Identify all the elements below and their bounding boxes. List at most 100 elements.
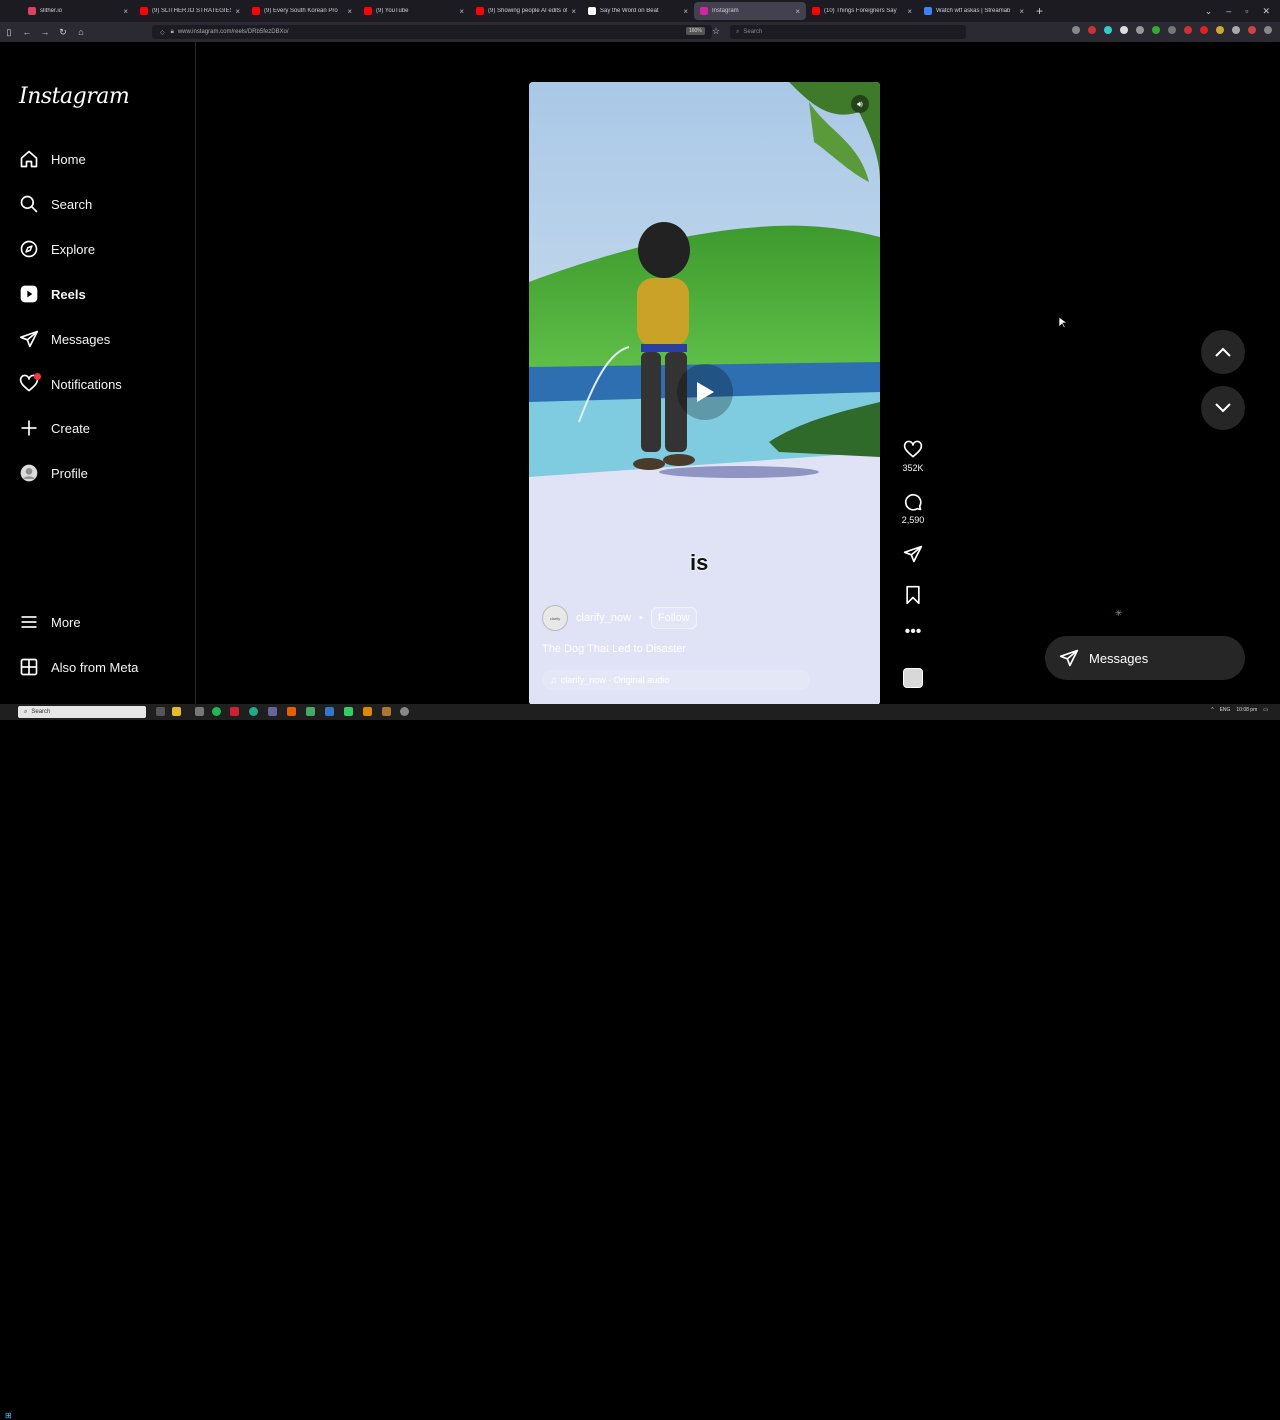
sidebar-item-label: Search [51,196,93,212]
browser-tab[interactable]: Watch wtf askas | Streamab × [918,0,1030,22]
extension-icon[interactable] [1136,26,1144,34]
sidebar-item-more[interactable]: More [18,607,81,637]
close-tab-icon[interactable]: × [459,7,464,16]
instagram-logo[interactable]: Instagram [19,84,130,109]
extension-icon[interactable] [1088,26,1096,34]
close-tab-icon[interactable]: × [907,7,912,16]
tab-title: Watch wtf askas | Streamab [936,8,1011,14]
follow-button[interactable]: Follow [650,607,697,629]
extension-icon[interactable] [1184,26,1192,34]
tab-list-chevron-icon[interactable]: ⌄ [1205,6,1213,17]
save-action[interactable] [898,585,928,605]
audio-thumbnail[interactable] [903,668,923,688]
extension-icon[interactable] [1152,26,1160,34]
instagram-app: Instagram Home Search Explore Reels Mess… [0,42,1280,705]
extension-icon[interactable] [1200,26,1208,34]
browser-tab[interactable]: slither.io × [22,0,134,22]
browser-tab[interactable]: (10) Things Foreigners Say × [806,0,918,22]
system-tray: ^ ENG 10:08 pm ▭ [1211,707,1268,713]
task-view-icon[interactable] [156,707,165,716]
file-explorer-icon[interactable] [172,707,181,716]
windows-start-icon[interactable]: ⊞ [5,1411,12,1420]
firefox-icon[interactable] [287,707,296,716]
sidebar-item-also-from-meta[interactable]: Also from Meta [18,652,138,682]
taskbar-app-icon[interactable] [306,707,315,716]
close-tab-icon[interactable]: × [795,7,800,16]
back-button[interactable]: ← [18,27,36,37]
shield-icon: ◇ [160,29,165,36]
forward-button[interactable]: → [36,27,54,37]
sidebar-item-messages[interactable]: Messages [18,324,110,354]
browser-tab[interactable]: (9) Showing people AI edits of × [470,0,582,22]
extension-icon[interactable] [1120,26,1128,34]
taskbar-app-icon[interactable] [382,707,391,716]
extension-icon[interactable] [1232,26,1240,34]
settings-icon[interactable] [400,707,409,716]
taskbar-app-icon[interactable] [363,707,372,716]
bookmark-star-icon[interactable]: ☆ [712,26,720,37]
menu-icon[interactable] [1264,26,1272,34]
taskbar-app-icon[interactable] [268,707,277,716]
like-action[interactable]: 352K [898,440,928,473]
minimize-button[interactable]: – [1226,6,1231,16]
chevron-up-icon [1215,347,1231,357]
spotify-icon[interactable] [212,707,221,716]
home-button[interactable]: ⌂ [72,27,90,37]
extension-icon[interactable] [1072,26,1080,34]
close-tab-icon[interactable]: × [235,7,240,16]
sidebar-item-home[interactable]: Home [18,144,86,174]
play-button[interactable] [677,364,733,420]
audio-chip[interactable]: ♫ clarify_now · Original audio [542,670,810,690]
sidebar-toggle-icon[interactable]: ▯ [0,27,18,38]
taskbar-app-icon[interactable] [344,707,353,716]
sidebar-item-explore[interactable]: Explore [18,234,95,264]
zoom-level[interactable]: 160% [686,27,705,35]
reel-caption[interactable]: The Dog That Led to Disaster [542,643,686,655]
close-window-button[interactable]: ✕ [1262,6,1270,17]
more-options-button[interactable]: ••• [898,624,928,640]
share-action[interactable] [898,544,928,564]
taskbar-app-icon[interactable] [325,707,334,716]
previous-reel-button[interactable] [1201,330,1245,374]
reload-button[interactable]: ↻ [54,27,72,38]
extension-icon[interactable] [1168,26,1176,34]
extension-icon[interactable] [1104,26,1112,34]
tray-chevron-icon[interactable]: ^ [1211,707,1213,713]
language-indicator[interactable]: ENG [1220,707,1231,713]
sidebar-item-reels[interactable]: Reels [18,279,86,309]
notification-icon[interactable]: ▭ [1263,707,1268,713]
sidebar-item-search[interactable]: Search [18,189,92,219]
close-tab-icon[interactable]: × [347,7,352,16]
tab-favicon-icon [476,7,484,15]
taskbar-app-icon[interactable] [195,707,204,716]
maximize-button[interactable]: ▫ [1245,6,1248,16]
clock[interactable]: 10:08 pm [1236,707,1257,713]
extension-icon[interactable] [1248,26,1256,34]
taskbar-search-input[interactable]: ⌕ Search [18,706,146,718]
close-tab-icon[interactable]: × [571,7,576,16]
sidebar-item-profile[interactable]: Profile [18,458,88,488]
sidebar-item-notifications[interactable]: Notifications [18,369,122,399]
mute-button[interactable]: 🔊︎ [851,95,869,113]
extension-icon[interactable] [1216,26,1224,34]
chrome-icon[interactable] [249,707,258,716]
browser-tab[interactable]: (9) YouTube × [358,0,470,22]
new-tab-button[interactable]: + [1036,4,1043,18]
next-reel-button[interactable] [1201,386,1245,430]
browser-search-input[interactable]: ⌕ Search [730,25,966,39]
close-tab-icon[interactable]: × [683,7,688,16]
taskbar-app-icon[interactable] [230,707,239,716]
author-username[interactable]: clarify_now [576,612,631,624]
browser-tab[interactable]: (9) Every South Korean Pro × [246,0,358,22]
browser-tab[interactable]: Instagram × [694,2,806,20]
sidebar-item-label: Messages [51,331,111,347]
close-tab-icon[interactable]: × [123,7,128,16]
url-bar[interactable]: ◇ 🔒︎ www.instagram.com/reels/DRb5fezDBXo… [152,25,712,39]
comment-action[interactable]: 2,590 [898,492,928,525]
messages-floating-button[interactable]: Messages [1045,636,1245,680]
browser-tab[interactable]: (9) SLITHER.IO STRATEGIES, TIP× [134,0,246,22]
close-tab-icon[interactable]: × [1019,7,1024,16]
browser-tab[interactable]: Say the Word on Beat × [582,0,694,22]
author-avatar[interactable]: clarify [542,605,568,631]
sidebar-item-create[interactable]: Create [18,413,90,443]
